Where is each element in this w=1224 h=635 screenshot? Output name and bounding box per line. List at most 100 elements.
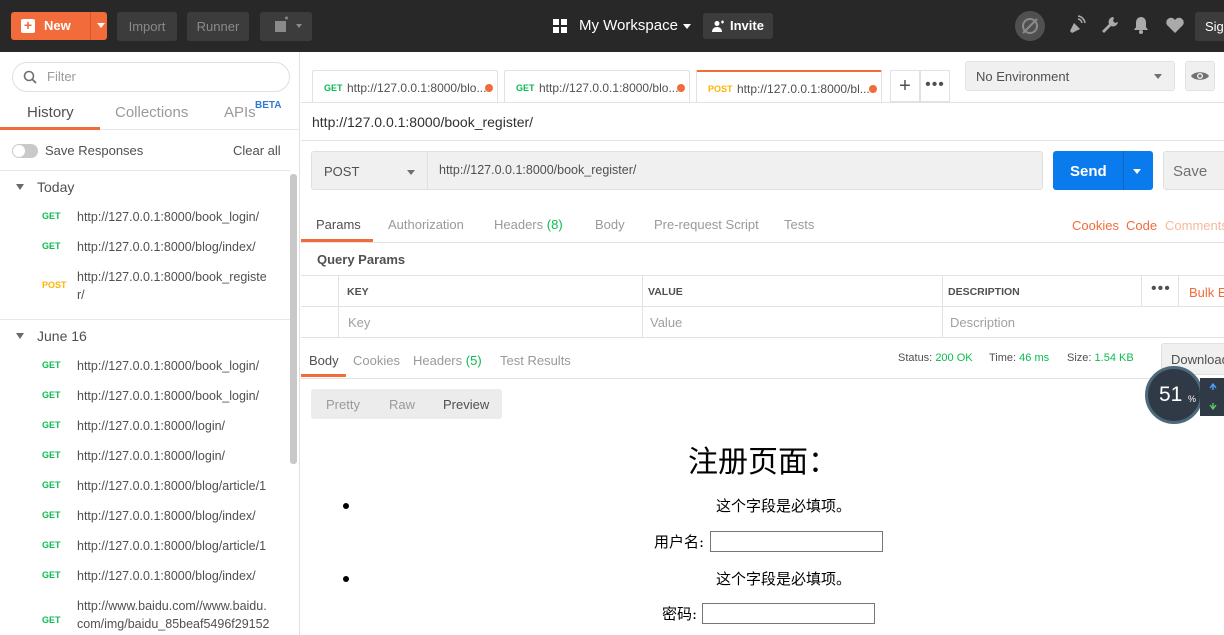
tab-body[interactable]: Body [595,217,625,232]
time-label: Time: [989,352,1017,364]
workspace-name: My Workspace [579,17,678,34]
gauge-value: 51 [1159,383,1183,406]
url-input[interactable] [439,163,1029,177]
table-border [1141,275,1142,306]
response-tab-body[interactable]: Body [309,353,339,368]
method-badge: GET [324,83,343,93]
table-options-button[interactable]: ••• [1151,280,1171,298]
chevron-down-icon [683,24,691,29]
tab-history[interactable]: History [27,104,74,121]
request-tab[interactable]: GET http://127.0.0.1:8000/blo... [312,70,498,102]
method-select[interactable]: POST [311,151,428,190]
send-button[interactable]: Send [1053,151,1153,190]
save-button-label: Save [1173,163,1208,180]
bulk-edit-link[interactable]: Bulk E [1189,285,1224,300]
bell-icon[interactable] [1130,14,1152,36]
value-input[interactable]: Value [650,315,682,330]
divider [301,140,1224,141]
tab-apis[interactable]: APIs [224,104,256,121]
key-input[interactable]: Key [348,315,370,330]
save-responses-label: Save Responses [45,143,144,158]
url-bar[interactable] [427,151,1043,190]
chevron-down-icon [407,170,415,175]
column-header-value: VALUE [648,286,683,298]
add-user-icon [712,20,724,32]
sign-in-button[interactable]: Sig [1195,12,1224,41]
password-input[interactable] [702,603,875,624]
response-tab-headers[interactable]: Headers (5) [413,353,482,368]
time-value[interactable]: 46 ms [1019,352,1049,364]
search-icon [23,70,37,84]
code-link[interactable]: Code [1126,218,1157,233]
sync-status-icon[interactable] [1015,11,1045,41]
required-message: 这个字段是必填项。 [716,497,852,515]
request-tab[interactable]: GET http://127.0.0.1:8000/blo... [504,70,690,102]
chevron-down-icon[interactable] [1133,169,1141,174]
method-badge: GET [42,510,61,520]
tab-collections[interactable]: Collections [115,104,188,121]
request-tab-active[interactable]: POST http://127.0.0.1:8000/bl... [696,70,882,102]
username-input[interactable] [710,531,883,552]
tab-options-button[interactable]: ••• [920,70,950,102]
satellite-icon[interactable] [1065,14,1087,36]
wrench-glyph [1102,17,1118,33]
method-badge: GET [42,360,61,370]
tab-headers-label: Headers [494,217,544,232]
runner-button[interactable]: Runner [187,12,249,41]
network-speed-widget[interactable] [1200,378,1224,416]
tab-prerequest-script[interactable]: Pre-request Script [654,217,759,232]
new-window-button[interactable] [260,12,312,41]
cookies-link[interactable]: Cookies [1072,218,1119,233]
method-badge: GET [516,83,535,93]
plus-icon: + [21,18,35,33]
group-name: June 16 [37,328,87,344]
workspace-grid-icon [553,19,567,33]
size-value[interactable]: 1.54 KB [1095,352,1134,364]
filter-box[interactable] [12,62,290,92]
filter-input[interactable] [47,69,277,84]
request-tab-url: http://127.0.0.1:8000/blo... [347,81,487,95]
response-status: Status: 200 OK [898,352,973,364]
heart-icon[interactable] [1164,14,1186,36]
up-down-arrows-icon [1209,382,1217,411]
sidebar-scrollbar[interactable] [290,174,297,464]
active-tab-underline [0,127,100,130]
status-value[interactable]: 200 OK [935,352,972,364]
view-pretty-button[interactable]: Pretty [326,397,360,412]
performance-gauge[interactable]: 51 % [1145,366,1203,424]
environment-select[interactable]: No Environment [965,61,1175,91]
password-label: 密码: [662,605,698,623]
method-value: POST [324,164,360,179]
save-responses-toggle[interactable] [12,144,38,158]
comments-link[interactable]: Comments [1165,218,1224,233]
view-preview-button[interactable]: Preview [443,397,489,412]
tab-params[interactable]: Params [316,217,361,232]
tab-headers[interactable]: Headers (8) [494,217,563,232]
save-button[interactable]: Save [1163,151,1224,190]
response-tab-cookies[interactable]: Cookies [353,353,400,368]
new-tab-button[interactable]: + [890,70,920,102]
method-badge: GET [42,570,61,580]
sidebar: History Collections APIs BETA Save Respo… [0,52,300,635]
column-header-key: KEY [347,286,369,298]
tab-authorization[interactable]: Authorization [388,217,464,232]
wrench-icon[interactable] [1099,14,1121,36]
environment-quick-look-button[interactable] [1185,61,1215,91]
chevron-down-icon[interactable] [97,23,105,28]
clear-all-button[interactable]: Clear all [233,143,281,158]
description-input[interactable]: Description [950,315,1015,330]
sync-off-icon [1022,18,1038,34]
table-border [942,275,943,337]
invite-button[interactable]: Invite [703,13,773,39]
new-button[interactable]: + New [11,12,107,40]
request-title[interactable]: http://127.0.0.1:8000/book_register/ [312,114,533,130]
import-button[interactable]: Import [117,12,177,41]
satellite-glyph [1070,15,1086,33]
tab-tests[interactable]: Tests [784,217,814,232]
response-tab-test-results[interactable]: Test Results [500,353,571,368]
divider [301,242,1224,243]
list-bullet [343,503,349,509]
view-raw-button[interactable]: Raw [389,397,415,412]
method-badge: GET [42,390,61,400]
method-badge: GET [42,211,61,221]
